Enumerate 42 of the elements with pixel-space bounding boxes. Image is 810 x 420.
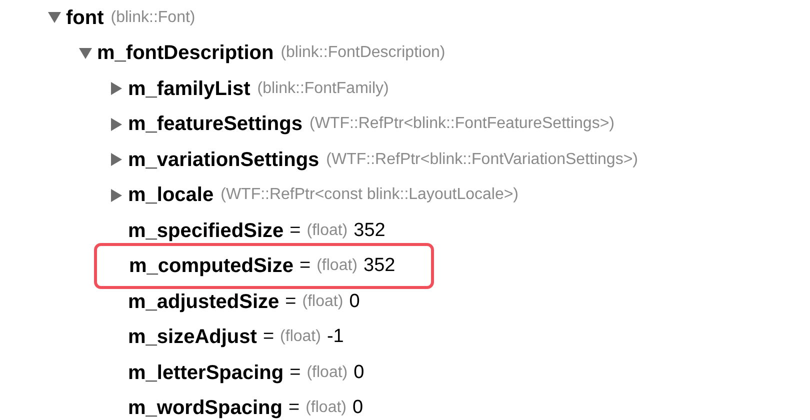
value-text: 352 (364, 254, 396, 278)
variable-name: m_computedSize (129, 254, 294, 280)
equals-sign: = (290, 218, 301, 242)
variable-name: m_sizeAdjust (128, 325, 257, 350)
type-label: (float) (316, 256, 358, 276)
value-text: 0 (354, 360, 364, 384)
value-text: 352 (354, 218, 386, 242)
variable-name: font (66, 6, 104, 31)
type-label: (blink::Font) (110, 8, 196, 28)
type-label: (float) (280, 327, 321, 348)
value-text: 0 (349, 290, 360, 314)
variable-name: m_wordSpacing (128, 396, 282, 420)
disclosure-triangle-icon[interactable] (48, 11, 61, 24)
type-label: (WTF::RefPtr<blink::FontFeatureSettings>) (310, 114, 614, 134)
type-label: (WTF::RefPtr<blink::FontVariationSettings>) (326, 150, 638, 170)
type-label: (float) (306, 398, 346, 418)
type-label: (blink::FontDescription) (280, 43, 446, 64)
equals-sign: = (299, 254, 311, 278)
disclosure-triangle-icon[interactable] (110, 118, 123, 131)
variable-name: m_fontDescription (97, 41, 274, 66)
type-label: (float) (306, 220, 348, 241)
disclosure-triangle-icon[interactable] (110, 82, 123, 96)
variable-name: m_variationSettings (128, 148, 320, 173)
value-text: -1 (326, 325, 344, 349)
variable-name: m_featureSettings (128, 112, 302, 138)
variable-name: m_locale (128, 183, 214, 208)
type-label: (float) (306, 362, 348, 383)
disclosure-triangle-icon[interactable] (79, 46, 92, 60)
value-text: 0 (352, 396, 364, 420)
equals-sign: = (262, 325, 274, 349)
type-label: (blink::FontFamily) (257, 78, 389, 99)
type-label: (float) (302, 292, 344, 312)
type-label: (WTF::RefPtr<const blink::LayoutLocale>) (220, 185, 519, 206)
equals-sign: = (290, 360, 301, 384)
variable-name: m_specifiedSize (128, 218, 284, 244)
equals-sign: = (285, 290, 296, 314)
variable-name: m_letterSpacing (128, 360, 284, 386)
variable-name: m_adjustedSize (128, 290, 280, 315)
disclosure-triangle-icon[interactable] (110, 188, 123, 202)
equals-sign: = (288, 396, 300, 420)
variable-name: m_familyList (128, 76, 250, 102)
disclosure-triangle-icon[interactable] (110, 153, 123, 166)
